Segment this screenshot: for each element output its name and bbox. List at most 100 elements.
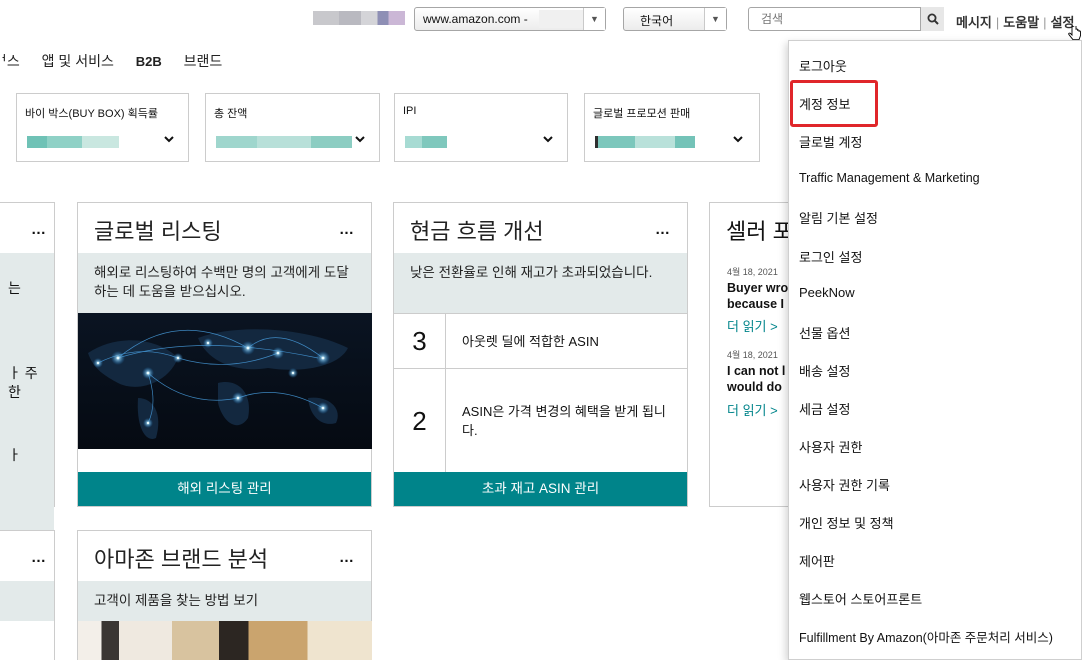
asin-count: 3 bbox=[394, 314, 446, 368]
metric-label: 바이 박스(BUY BOX) 획득률 bbox=[25, 108, 158, 120]
seller-forum-widget: 셀러 포 4월 18, 2021 Buyer wro because I 더 읽… bbox=[709, 202, 799, 507]
post-title-line[interactable]: I can not l bbox=[727, 363, 785, 379]
marketplace-select[interactable]: www.amazon.com - ▼ bbox=[414, 7, 606, 31]
menu-item-tax-settings[interactable]: 세금 설정 bbox=[799, 399, 850, 419]
menu-item-gift-options[interactable]: 선물 옵션 bbox=[799, 323, 850, 343]
metric-card-buybox[interactable]: 바이 박스(BUY BOX) 획득률 bbox=[16, 93, 189, 162]
more-options-icon[interactable]: … bbox=[339, 221, 355, 238]
blurred-marketplace-suffix bbox=[539, 10, 585, 28]
widget-header: 현금 흐름 개선 … bbox=[394, 203, 687, 253]
read-more-link[interactable]: 더 읽기 > bbox=[727, 400, 778, 419]
metric-card-global-promotion[interactable]: 글로벌 프로모션 판매 bbox=[584, 93, 760, 162]
menu-item-privacy-policy[interactable]: 개인 정보 및 정책 bbox=[799, 513, 894, 533]
seller-central-page: www.amazon.com - ▼ 한국어 ▼ 메시지|도움말|설정 ᅥ스 앱… bbox=[0, 0, 1082, 660]
partial-text: ㅏ 주 bbox=[8, 365, 38, 381]
global-listing-widget: 글로벌 리스팅 … 해외로 리스팅하여 수백만 명의 고객에게 도달하는 데 도… bbox=[77, 202, 372, 507]
nav-item-brands[interactable]: 브랜드 bbox=[184, 53, 223, 69]
widget-title: 글로벌 리스팅 bbox=[94, 219, 222, 244]
metric-label: 글로벌 프로모션 판매 bbox=[593, 108, 691, 120]
widget-title: 현금 흐름 개선 bbox=[410, 219, 544, 244]
menu-item-global-account[interactable]: 글로벌 계정 bbox=[799, 132, 862, 152]
more-options-icon[interactable]: … bbox=[655, 221, 671, 238]
widget-header: 글로벌 리스팅 … bbox=[78, 203, 371, 253]
blurred-metric-value bbox=[405, 136, 447, 148]
widget-description: 낮은 전환율로 인해 재고가 초과되었습니다. bbox=[394, 253, 687, 313]
menu-item-traffic-management[interactable]: Traffic Management & Marketing bbox=[799, 171, 980, 191]
more-options-icon[interactable]: … bbox=[31, 549, 46, 566]
widget-header: 아마존 브랜드 분석 … bbox=[78, 531, 371, 581]
menu-item-notification-preferences[interactable]: 알림 기본 설정 bbox=[799, 208, 878, 228]
menu-item-user-permissions[interactable]: 사용자 권한 bbox=[799, 437, 862, 457]
settings-dropdown-menu: 로그아웃 계정 정보 글로벌 계정 Traffic Management & M… bbox=[788, 40, 1082, 660]
manage-global-listing-button[interactable]: 해외 리스팅 관리 bbox=[78, 472, 371, 506]
marketplace-value: www.amazon.com - bbox=[423, 12, 528, 26]
nav-item-partial[interactable]: ᅥ스 bbox=[0, 53, 20, 69]
metric-label: 총 잔액 bbox=[214, 108, 248, 120]
search-input[interactable] bbox=[748, 7, 944, 31]
more-options-icon[interactable]: … bbox=[31, 221, 46, 238]
search-button[interactable] bbox=[920, 7, 944, 31]
partial-text: ㅏ bbox=[8, 447, 21, 463]
menu-item-peeknow[interactable]: PeekNow bbox=[799, 285, 855, 305]
divider: | bbox=[995, 15, 1000, 30]
chevron-down-icon bbox=[733, 136, 743, 143]
list-item[interactable]: 3 아웃렛 딜에 적합한 ASIN bbox=[394, 313, 687, 368]
nav-item-apps-services[interactable]: 앱 및 서비스 bbox=[42, 53, 114, 69]
post-date: 4월 18, 2021 bbox=[727, 267, 778, 277]
world-map-image bbox=[78, 313, 372, 449]
asin-count: 2 bbox=[394, 369, 446, 473]
language-select[interactable]: 한국어 ▼ bbox=[623, 7, 727, 31]
post-title-line[interactable]: Buyer wro bbox=[727, 280, 788, 296]
menu-item-control-panel[interactable]: 제어판 bbox=[799, 551, 835, 571]
metric-card-ipi[interactable]: IPI bbox=[394, 93, 568, 162]
menu-item-user-permission-log[interactable]: 사용자 권한 기록 bbox=[799, 475, 890, 495]
cashflow-widget: 현금 흐름 개선 … 낮은 전환율로 인해 재고가 초과되었습니다. 3 아웃렛… bbox=[393, 202, 688, 507]
post-date: 4월 18, 2021 bbox=[727, 350, 778, 360]
language-value: 한국어 bbox=[640, 14, 674, 28]
menu-item-fulfillment-by-amazon[interactable]: Fulfillment By Amazon(아마존 주문처리 서비스) bbox=[799, 627, 1053, 647]
list-item[interactable]: 2 ASIN은 가격 변경의 혜택을 받게 됩니다. bbox=[394, 368, 687, 473]
chevron-down-icon: ▼ bbox=[704, 8, 726, 30]
widget-description: 해외로 리스팅하여 수백만 명의 고객에게 도달하는 데 도움을 받으십시오. bbox=[78, 253, 371, 313]
brand-analytics-widget: 아마존 브랜드 분석 … 고객이 제품을 찾는 방법 보기 bbox=[77, 530, 372, 660]
post-title-line[interactable]: because I bbox=[727, 296, 784, 312]
post-title-line[interactable]: would do bbox=[727, 379, 782, 395]
menu-item-webstore-storefront[interactable]: 웹스토어 스토어프론트 bbox=[799, 589, 922, 609]
blurred-metric-value bbox=[216, 136, 352, 148]
search-icon bbox=[927, 13, 939, 25]
chevron-down-icon: ▼ bbox=[583, 8, 605, 30]
help-link[interactable]: 도움말 bbox=[1003, 15, 1039, 30]
widget-description: 고객이 제품을 찾는 방법 보기 bbox=[78, 581, 371, 621]
blurred-metric-value bbox=[27, 136, 119, 148]
top-links: 메시지 | 도움말 | 설정 bbox=[956, 12, 1074, 31]
nav-item-b2b[interactable]: B2B bbox=[136, 54, 162, 69]
manage-excess-inventory-button[interactable]: 초과 재고 ASIN 관리 bbox=[394, 472, 687, 506]
messages-link[interactable]: 메시지 bbox=[956, 15, 992, 30]
chevron-down-icon bbox=[543, 136, 553, 143]
metric-label: IPI bbox=[403, 105, 417, 117]
partial-widget-left: … 는 ㅏ 주 한 ㅏ bbox=[0, 202, 55, 543]
partial-text: 는 bbox=[8, 280, 21, 296]
chevron-down-icon bbox=[355, 136, 365, 143]
chevron-down-icon bbox=[164, 136, 174, 143]
account-info-highlight-box bbox=[790, 80, 878, 127]
main-nav: ᅥ스 앱 및 서비스 B2B 브랜드 bbox=[0, 51, 240, 71]
top-bar: www.amazon.com - ▼ 한국어 ▼ 메시지|도움말|설정 bbox=[0, 0, 1082, 41]
customer-photo-image bbox=[78, 621, 372, 660]
read-more-link[interactable]: 더 읽기 > bbox=[727, 316, 778, 335]
widget-title: 셀러 포 bbox=[726, 219, 793, 244]
more-options-icon[interactable]: … bbox=[339, 549, 355, 566]
partial-text: 한 bbox=[8, 384, 21, 400]
list-item-label: ASIN은 가격 변경의 혜택을 받게 됩니다. bbox=[462, 404, 666, 438]
menu-item-login-settings[interactable]: 로그인 설정 bbox=[799, 247, 862, 267]
blurred-store-logo bbox=[313, 11, 405, 25]
list-item-label: 아웃렛 딜에 적합한 ASIN bbox=[462, 333, 599, 349]
menu-item-logout[interactable]: 로그아웃 bbox=[799, 56, 847, 76]
widget-title: 아마존 브랜드 분석 bbox=[94, 547, 269, 572]
metric-card-total-balance[interactable]: 총 잔액 bbox=[205, 93, 380, 162]
blurred-metric-value bbox=[595, 136, 695, 148]
menu-item-shipping-settings[interactable]: 배송 설정 bbox=[799, 361, 850, 381]
divider: | bbox=[1043, 15, 1047, 30]
widget-description-band bbox=[0, 581, 54, 621]
partial-widget-bottom-left: … bbox=[0, 530, 55, 660]
